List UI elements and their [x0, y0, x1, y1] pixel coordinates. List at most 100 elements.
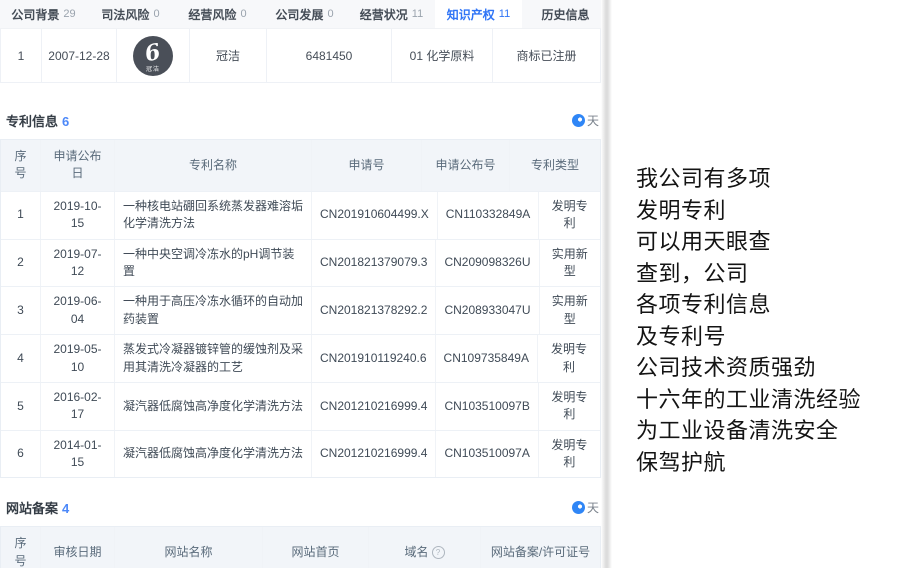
patent-app-no: CN201210216999.4 — [312, 383, 436, 430]
tab-label: 知识产权 — [447, 6, 495, 23]
patent-type: 实用新型 — [540, 287, 601, 334]
patent-pub-no: CN103510097B — [436, 383, 538, 430]
column-header: 申请公布号 — [422, 140, 510, 191]
annotation-line: 十六年的工业清洗经验 — [636, 384, 894, 416]
annotation-text: 我公司有多项 发明专利 可以用天眼查 查到，公司 各项专利信息 及专利号 公司技… — [636, 163, 894, 478]
patent-name: 凝汽器低腐蚀高净度化学清洗方法 — [115, 431, 312, 478]
patent-app-no: CN201210216999.4 — [312, 431, 436, 478]
website-section-header: 网站备案4 天 — [0, 498, 601, 517]
patent-pub-date: 2019-05-10 — [41, 335, 115, 382]
tab-operation-status[interactable]: 经营状况 11 — [348, 0, 435, 28]
row-index: 4 — [1, 335, 41, 382]
tab-count: 11 — [499, 8, 510, 20]
annotation-line: 查到，公司 — [636, 258, 894, 290]
patent-type: 发明专利 — [539, 192, 600, 239]
table-row: 3 2019-06-04 一种用于高压冷冻水循环的自动加药装置 CN201821… — [1, 286, 600, 334]
patent-pub-date: 2019-06-04 — [41, 287, 115, 334]
column-header: 序号 — [1, 527, 41, 568]
column-header: 申请公布日 — [41, 140, 115, 191]
patent-pub-no: CN110332849A — [438, 192, 540, 239]
annotation-line: 及专利号 — [636, 321, 894, 353]
table-row: 2 2019-07-12 一种中央空调冷冻水的pH调节装置 CN20182137… — [1, 239, 600, 287]
tab-intellectual-property[interactable]: 知识产权 11 — [435, 0, 522, 28]
row-index: 1 — [0, 29, 42, 82]
trademark-row: 1 2007-12-28 6 冠洁 冠洁 6481450 01 化学原料 商标已… — [0, 29, 601, 83]
tab-operation-risk[interactable]: 经营风险 0 — [174, 0, 261, 28]
tab-label: 历史信息 — [541, 6, 589, 23]
tianyancha-panel: 公司背景 29 司法风险 0 经营风险 0 公司发展 0 经营状况 11 知识产… — [0, 0, 601, 568]
patent-app-no: CN201821378292.2 — [312, 287, 436, 334]
trademark-status: 商标已注册 — [493, 29, 601, 82]
tab-count: 0 — [327, 8, 333, 20]
vertical-divider — [601, 0, 612, 568]
patent-section-title: 专利信息6 — [6, 111, 69, 130]
column-header: 网站备案/许可证号 — [481, 527, 600, 568]
patent-type: 发明专利 — [538, 335, 600, 382]
tab-history-info[interactable]: 历史信息 — [522, 0, 601, 28]
website-table-header: 序号 审核日期 网站名称 网站首页 域名 网站备案/许可证号 — [1, 527, 600, 568]
page: 公司背景 29 司法风险 0 经营风险 0 公司发展 0 经营状况 11 知识产… — [0, 0, 900, 568]
tab-bar: 公司背景 29 司法风险 0 经营风险 0 公司发展 0 经营状况 11 知识产… — [0, 0, 601, 29]
tab-judicial-risk[interactable]: 司法风险 0 — [87, 0, 174, 28]
patent-type: 发明专利 — [539, 431, 600, 478]
patent-pub-no: CN209098326U — [436, 240, 539, 287]
row-index: 6 — [1, 431, 41, 478]
patent-pub-no: CN103510097A — [436, 431, 538, 478]
tab-label: 司法风险 — [101, 6, 149, 23]
tab-label: 公司背景 — [11, 6, 59, 23]
trademark-logo-icon: 6 冠洁 — [133, 36, 173, 76]
tab-count: 29 — [63, 8, 75, 20]
patent-app-no: CN201910604499.X — [312, 192, 438, 239]
trademark-name: 冠洁 — [190, 29, 267, 82]
table-row: 1 2019-10-15 一种核电站硼回系统蒸发器难溶垢化学清洗方法 CN201… — [1, 191, 600, 239]
patent-name: 凝汽器低腐蚀高净度化学清洗方法 — [115, 383, 312, 430]
patent-pub-no: CN208933047U — [436, 287, 539, 334]
patent-type: 发明专利 — [539, 383, 600, 430]
trademark-logo-label: 冠洁 — [133, 64, 173, 73]
column-header: 网站名称 — [115, 527, 263, 568]
tab-company-background[interactable]: 公司背景 29 — [0, 0, 87, 28]
column-header: 专利名称 — [115, 140, 312, 191]
website-count-badge: 4 — [62, 501, 69, 516]
row-index: 1 — [1, 192, 41, 239]
column-header-domain: 域名 — [369, 527, 481, 568]
row-index: 3 — [1, 287, 41, 334]
trademark-logo-cell: 6 冠洁 — [117, 29, 190, 82]
patent-name: 一种中央空调冷冻水的pH调节装置 — [115, 240, 312, 287]
tianyancha-eye-icon — [572, 501, 585, 514]
patent-section-header: 专利信息6 天 — [0, 111, 601, 130]
trademark-date: 2007-12-28 — [42, 29, 117, 82]
table-row: 4 2019-05-10 蒸发式冷凝器镀锌管的缓蚀剂及采用其清洗冷凝器的工艺 C… — [1, 334, 600, 382]
info-icon[interactable] — [432, 546, 445, 559]
tab-company-development[interactable]: 公司发展 0 — [261, 0, 348, 28]
patent-name: 一种用于高压冷冻水循环的自动加药装置 — [115, 287, 312, 334]
patent-pub-date: 2016-02-17 — [41, 383, 115, 430]
tab-count: 0 — [240, 8, 246, 20]
row-index: 2 — [1, 240, 41, 287]
trademark-category: 01 化学原料 — [392, 29, 493, 82]
patent-pub-no: CN109735849A — [436, 335, 538, 382]
table-row: 5 2016-02-17 凝汽器低腐蚀高净度化学清洗方法 CN201210216… — [1, 382, 600, 430]
tianyancha-eye-icon — [572, 114, 585, 127]
tab-label: 经营风险 — [188, 6, 236, 23]
annotation-line: 各项专利信息 — [636, 289, 894, 321]
tianyancha-watermark: 天 — [572, 499, 599, 516]
annotation-line: 公司技术资质强劲 — [636, 352, 894, 384]
column-header: 序号 — [1, 140, 41, 191]
patent-table-header: 序号 申请公布日 专利名称 申请号 申请公布号 专利类型 — [1, 140, 600, 191]
annotation-line: 保驾护航 — [636, 447, 894, 479]
annotation-line: 我公司有多项 — [636, 163, 894, 195]
column-header: 申请号 — [312, 140, 422, 191]
patent-type: 实用新型 — [540, 240, 601, 287]
annotation-line: 可以用天眼查 — [636, 226, 894, 258]
patent-pub-date: 2014-01-15 — [41, 431, 115, 478]
patent-count-badge: 6 — [62, 114, 69, 129]
tab-count: 0 — [153, 8, 159, 20]
tab-label: 经营状况 — [360, 6, 408, 23]
row-index: 5 — [1, 383, 41, 430]
patent-pub-date: 2019-10-15 — [41, 192, 115, 239]
column-header: 专利类型 — [510, 140, 600, 191]
tab-label: 公司发展 — [275, 6, 323, 23]
column-header: 审核日期 — [41, 527, 115, 568]
patent-app-no: CN201910119240.6 — [312, 335, 436, 382]
